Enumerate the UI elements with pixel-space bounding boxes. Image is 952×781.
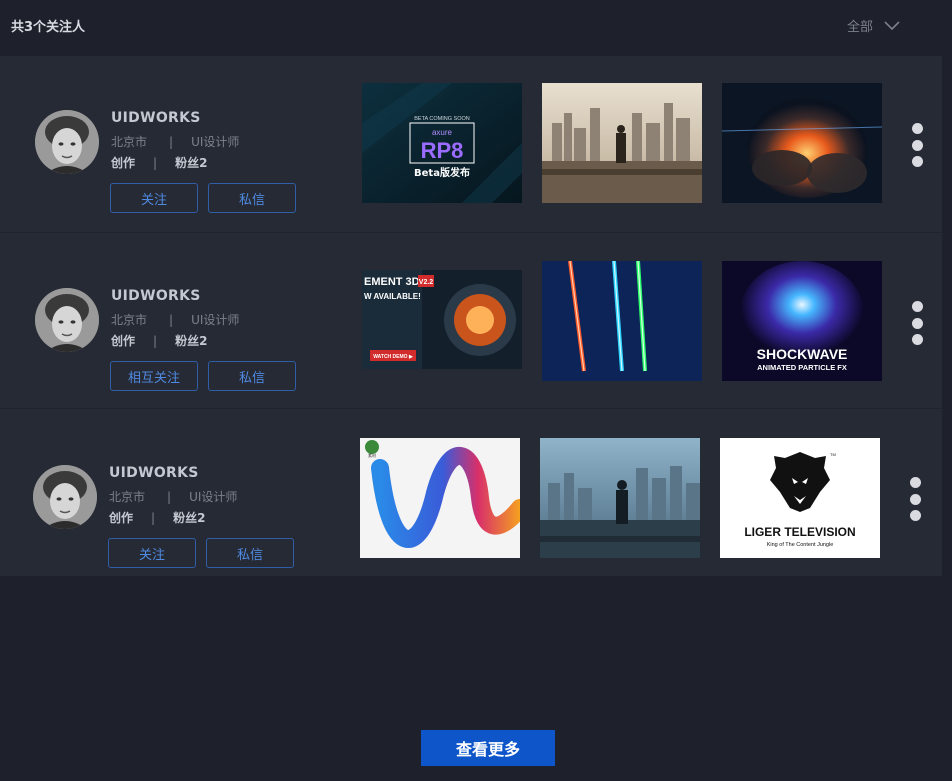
- work-thumbnail-shockwave[interactable]: SHOCKWAVE ANIMATED PARTICLE FX: [722, 261, 882, 381]
- user-stats: 创作 | 粉丝2: [109, 509, 205, 526]
- user-city: 北京市: [111, 135, 148, 149]
- works-link[interactable]: 创作: [111, 156, 135, 170]
- axure-caption: Beta版发布: [414, 166, 470, 179]
- axure-big: RP8: [421, 138, 464, 163]
- work-thumbnail-w-logo[interactable]: 素材: [360, 438, 520, 558]
- shockwave-title: SHOCKWAVE: [757, 346, 848, 362]
- user-row: UIDWORKS 北京市 | UI设计师 创作 | 粉丝2 相互关注 私信 EMENT …: [0, 232, 942, 408]
- follow-button[interactable]: 关注: [108, 538, 196, 568]
- lightsabers-image: [542, 261, 702, 381]
- liger-title: LIGER TELEVISION: [744, 525, 855, 539]
- city-skyline-image: [540, 438, 700, 558]
- works-link[interactable]: 创作: [109, 511, 133, 525]
- w-logo-image: 素材: [360, 438, 520, 558]
- user-stats: 创作 | 粉丝2: [111, 154, 207, 171]
- w-logo-stamp: 素材: [368, 452, 376, 458]
- axure-rp8-image: BETA COMING SOON axure RP8 Beta版发布: [362, 83, 522, 203]
- message-button[interactable]: 私信: [206, 538, 294, 568]
- user-stats: 创作 | 粉丝2: [111, 332, 207, 349]
- user-meta: 北京市 | UI设计师: [111, 311, 239, 328]
- following-list: UIDWORKS 北京市 | UI设计师 创作 | 粉丝2 关注 私信 BETA COM…: [0, 56, 942, 576]
- meta-separator: |: [169, 135, 174, 149]
- avatar-image: [35, 288, 99, 352]
- element3d-title: EMENT 3D: [364, 276, 420, 288]
- more-options-icon[interactable]: [909, 477, 921, 521]
- axure-brand: axure: [432, 128, 453, 137]
- liger-tm: TM: [830, 452, 836, 457]
- user-row: UIDWORKS 北京市 | UI设计师 创作 | 粉丝2 关注 私信 素材 T…: [0, 408, 942, 576]
- user-role: UI设计师: [191, 313, 240, 327]
- meta-separator: |: [169, 313, 174, 327]
- axure-line1: BETA COMING SOON: [414, 116, 470, 122]
- element3d-sub: W AVAILABLE!: [364, 292, 421, 301]
- element3d-cta: WATCH DEMO ▶: [373, 354, 414, 360]
- avatar-image: [33, 465, 97, 529]
- follow-button[interactable]: 关注: [110, 183, 198, 213]
- stats-separator: |: [153, 334, 158, 348]
- work-thumbnail-axure[interactable]: BETA COMING SOON axure RP8 Beta版发布: [362, 83, 522, 203]
- work-thumbnail-city-rooftop[interactable]: [542, 83, 702, 203]
- user-meta: 北京市 | UI设计师: [111, 133, 239, 150]
- element3d-badge: V2.2: [419, 279, 434, 286]
- work-thumbnail-element3d[interactable]: EMENT 3D V2.2 W AVAILABLE! WATCH DEMO ▶: [362, 270, 522, 369]
- avatar[interactable]: [35, 110, 99, 174]
- fans-link[interactable]: 粉丝2: [173, 511, 205, 525]
- more-options-icon[interactable]: [911, 123, 923, 167]
- user-name[interactable]: UIDWORKS: [111, 288, 201, 304]
- top-bar: 共3个关注人 全部: [0, 0, 952, 48]
- user-city: 北京市: [111, 313, 148, 327]
- user-meta: 北京市 | UI设计师: [109, 488, 237, 505]
- filter-label: 全部: [847, 19, 874, 35]
- work-thumbnail-liger-television[interactable]: TM LIGER TELEVISION King of The Content …: [720, 438, 880, 558]
- user-row: UIDWORKS 北京市 | UI设计师 创作 | 粉丝2 关注 私信 BETA COM…: [0, 56, 942, 232]
- shockwave-image: SHOCKWAVE ANIMATED PARTICLE FX: [722, 261, 882, 381]
- liger-television-image: TM LIGER TELEVISION King of The Content …: [720, 438, 880, 558]
- work-thumbnail-city-skyline[interactable]: [540, 438, 700, 558]
- chevron-down-icon: [884, 21, 900, 31]
- user-name[interactable]: UIDWORKS: [109, 465, 199, 481]
- liger-sub: King of The Content Jungle: [767, 542, 834, 548]
- user-name[interactable]: UIDWORKS: [111, 110, 201, 126]
- work-thumbnail-lightsabers[interactable]: [542, 261, 702, 381]
- message-button[interactable]: 私信: [208, 361, 296, 391]
- stats-separator: |: [151, 511, 156, 525]
- avatar[interactable]: [35, 288, 99, 352]
- shockwave-sub: ANIMATED PARTICLE FX: [757, 363, 847, 372]
- filter-dropdown[interactable]: 全部: [847, 14, 901, 36]
- more-options-icon[interactable]: [911, 301, 923, 345]
- work-thumbnail-explosion[interactable]: [722, 83, 882, 203]
- user-role: UI设计师: [189, 490, 238, 504]
- mutual-follow-button[interactable]: 相互关注: [110, 361, 198, 391]
- city-rooftop-image: [542, 83, 702, 203]
- explosion-image: [722, 83, 882, 203]
- avatar[interactable]: [33, 465, 97, 529]
- works-link[interactable]: 创作: [111, 334, 135, 348]
- message-button[interactable]: 私信: [208, 183, 296, 213]
- meta-separator: |: [167, 490, 172, 504]
- avatar-image: [35, 110, 99, 174]
- fans-link[interactable]: 粉丝2: [175, 156, 207, 170]
- fans-link[interactable]: 粉丝2: [175, 334, 207, 348]
- user-role: UI设计师: [191, 135, 240, 149]
- element3d-image: EMENT 3D V2.2 W AVAILABLE! WATCH DEMO ▶: [362, 270, 522, 369]
- user-city: 北京市: [109, 490, 146, 504]
- following-count: 共3个关注人: [11, 20, 86, 35]
- stats-separator: |: [153, 156, 158, 170]
- load-more-button[interactable]: 查看更多: [421, 730, 555, 766]
